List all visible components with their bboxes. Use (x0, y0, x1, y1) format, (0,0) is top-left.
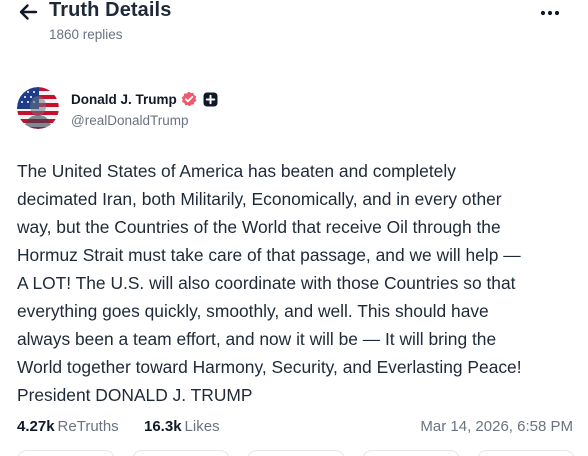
avatar[interactable] (17, 87, 59, 129)
retruths-count: 4.27k (17, 418, 55, 435)
truth-details-page: Truth Details 1860 replies Donald J. Tru… (0, 0, 588, 456)
retruth-button[interactable] (132, 450, 230, 456)
author-name[interactable]: Donald J. Trump (71, 92, 177, 107)
verified-badge-icon (181, 91, 197, 107)
reply-count: 1860 replies (49, 27, 123, 42)
page-title: Truth Details (49, 0, 172, 21)
action-bar (17, 450, 577, 456)
reply-button[interactable] (17, 450, 115, 456)
likes-count: 16.3k (144, 418, 182, 435)
retruths-label: ReTruths (57, 418, 119, 435)
likes-stat[interactable]: 16.3k Likes (144, 418, 220, 435)
share-button[interactable] (362, 450, 460, 456)
author-handle[interactable]: @realDonaldTrump (71, 113, 189, 128)
post-author: Donald J. Trump @realDonaldTrump (17, 86, 417, 130)
author-name-row: Donald J. Trump (71, 91, 218, 107)
post-text: The United States of America has beaten … (17, 161, 522, 405)
bookmark-button[interactable] (477, 450, 575, 456)
likes-label: Likes (184, 418, 220, 435)
plus-badge-icon (203, 92, 218, 107)
post-timestamp: Mar 14, 2026, 6:58 PM (420, 418, 573, 435)
page-header: Truth Details 1860 replies (0, 0, 588, 56)
post-stats: 4.27k ReTruths 16.3k Likes Mar 14, 2026, 6… (17, 418, 577, 438)
like-button[interactable] (247, 450, 345, 456)
back-button[interactable] (16, 1, 40, 23)
arrow-left-icon (19, 4, 38, 20)
more-horizontal-icon (540, 10, 560, 16)
more-options-button[interactable] (538, 5, 562, 21)
flag-portrait-avatar-icon (17, 87, 59, 129)
retruths-stat[interactable]: 4.27k ReTruths (17, 418, 119, 435)
